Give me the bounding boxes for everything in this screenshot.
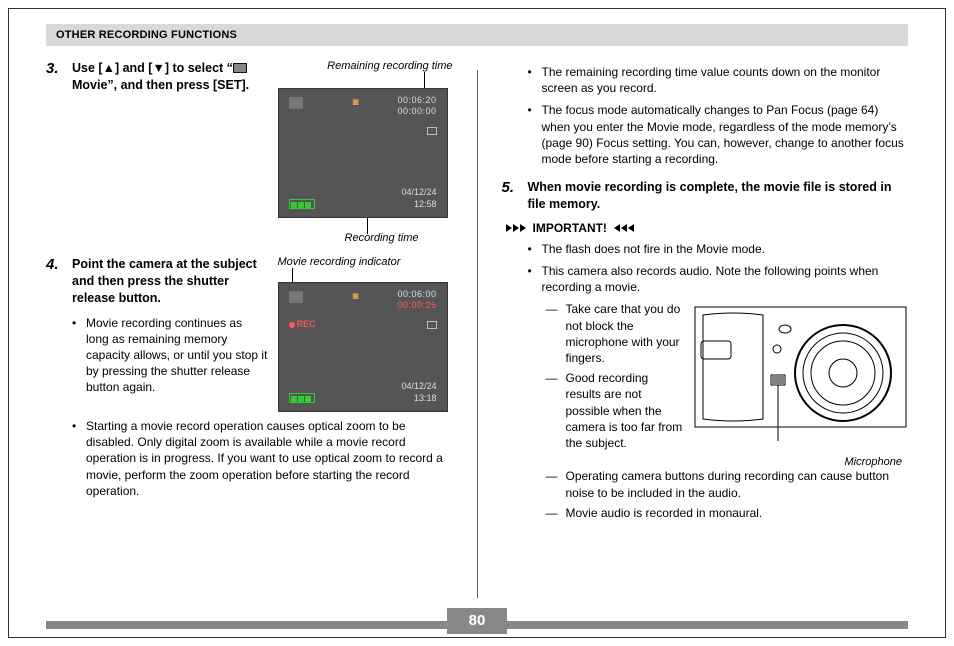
dash-text: Operating camera buttons during recordin… xyxy=(566,468,909,500)
step-3-row: 3. Use [ ] and [ ] to select “ Movie”, and… xyxy=(46,60,453,244)
dash-item: — Take care that you do not block the mi… xyxy=(546,301,686,366)
lcd-date: 04/12/24 xyxy=(401,381,436,391)
bullet-dot: • xyxy=(528,241,536,257)
play-icon xyxy=(289,97,303,109)
lcd-times: 00:06:20 00:00:00 xyxy=(397,95,436,117)
bullet-text: Starting a movie record operation causes… xyxy=(86,418,453,499)
important-label: IMPORTANT! xyxy=(533,221,607,235)
dash-icon: — xyxy=(546,468,560,500)
step-4: 4. Point the camera at the subject and t… xyxy=(46,256,268,307)
movie-mode-indicator-icon: ◙ xyxy=(353,291,359,302)
movie-mode-indicator-icon: ◙ xyxy=(353,97,359,108)
left-column: 3. Use [ ] and [ ] to select “ Movie”, and… xyxy=(46,60,453,598)
bullet: • The flash does not fire in the Movie m… xyxy=(528,241,909,257)
battery-icon xyxy=(289,199,317,209)
t: Use [ xyxy=(72,61,103,75)
lcd-date: 04/12/24 xyxy=(401,187,436,197)
step-number: 5. xyxy=(502,179,520,213)
callout-line xyxy=(278,72,453,88)
dash-text: Good recording results are not possible … xyxy=(566,370,686,451)
bullet-text: Movie recording continues as long as rem… xyxy=(86,315,268,396)
step-text: Use [ ] and [ ] to select “ Movie”, and th… xyxy=(72,60,268,94)
caption-movie-indicator: Movie recording indicator xyxy=(278,256,453,268)
elapsed-time: 00:00:00 xyxy=(397,106,436,117)
dash-icon: — xyxy=(546,370,560,451)
up-arrow-icon xyxy=(103,61,115,75)
step-number: 4. xyxy=(46,256,64,307)
step-5: 5. When movie recording is complete, the… xyxy=(502,179,909,213)
triangle-left-icon xyxy=(613,224,634,232)
page-footer: 80 xyxy=(46,620,908,630)
bullet: • The remaining recording time value cou… xyxy=(528,64,909,96)
bullet: • Movie recording continues as long as r… xyxy=(72,315,268,396)
battery-icon xyxy=(289,393,317,403)
quality-icon xyxy=(427,321,437,329)
play-icon xyxy=(289,291,303,303)
bullet-dot: • xyxy=(72,315,80,396)
page-number: 80 xyxy=(447,608,507,634)
step-text: When movie recording is complete, the mo… xyxy=(528,179,909,213)
dash-item: — Movie audio is recorded in monaural. xyxy=(546,505,909,521)
bullet: • This camera also records audio. Note t… xyxy=(528,263,909,295)
step-4-row: 4. Point the camera at the subject and t… xyxy=(46,256,453,412)
dash-text: Movie audio is recorded in monaural. xyxy=(566,505,763,521)
rec-label: REC xyxy=(297,319,316,329)
bullet: • Starting a movie record operation caus… xyxy=(72,418,453,499)
right-column: • The remaining recording time value cou… xyxy=(502,60,909,598)
column-divider xyxy=(477,70,478,598)
callout-line xyxy=(278,218,453,232)
bullet-text: The flash does not fire in the Movie mod… xyxy=(542,241,765,257)
section-title: OTHER RECORDING FUNCTIONS xyxy=(56,29,237,41)
lcd-times: 00:06:00 00:00:26 xyxy=(397,289,436,311)
step-number: 3. xyxy=(46,60,64,94)
important-heading: IMPORTANT! xyxy=(506,221,909,235)
bullet-text: The focus mode automatically changes to … xyxy=(542,102,909,167)
movie-mode-icon xyxy=(233,63,247,73)
section-header: OTHER RECORDING FUNCTIONS xyxy=(46,24,908,46)
t: Movie”, and then press [SET]. xyxy=(72,78,249,92)
bullet-text: This camera also records audio. Note the… xyxy=(542,263,909,295)
rec-indicator: REC xyxy=(289,319,316,329)
dash-item: — Good recording results are not possibl… xyxy=(546,370,686,451)
camera-illustration: Microphone xyxy=(693,301,908,468)
content-area: 3. Use [ ] and [ ] to select “ Movie”, and… xyxy=(46,60,908,598)
quality-icon xyxy=(427,127,437,135)
step-text: Point the camera at the subject and then… xyxy=(72,256,268,307)
t: ] and [ xyxy=(115,61,153,75)
callout-line xyxy=(278,268,453,282)
bullet-dot: • xyxy=(528,102,536,167)
down-arrow-icon xyxy=(152,61,164,75)
dash-icon: — xyxy=(546,505,560,521)
caption-microphone: Microphone xyxy=(693,456,908,468)
camera-illustration-block: — Take care that you do not block the mi… xyxy=(502,301,909,468)
footer-line xyxy=(46,621,447,629)
lcd-screenshot-1: ◙ 00:06:20 00:00:00 04/12/24 12:58 xyxy=(278,88,448,218)
bullet-text: The remaining recording time value count… xyxy=(542,64,909,96)
lcd-time: 12:58 xyxy=(414,199,437,209)
rec-dot-icon xyxy=(289,322,295,328)
caption-recording-time: Recording time xyxy=(278,232,453,244)
footer-line xyxy=(507,621,908,629)
dash-item: — Operating camera buttons during record… xyxy=(546,468,909,500)
triangle-right-icon xyxy=(506,224,527,232)
dash-text: Take care that you do not block the micr… xyxy=(566,301,686,366)
remaining-time: 00:06:00 xyxy=(397,289,436,300)
dash-icon: — xyxy=(546,301,560,366)
bullet-dot: • xyxy=(528,263,536,295)
lcd-screenshot-2: REC ◙ 00:06:00 00:00:26 04/12/24 13:18 xyxy=(278,282,448,412)
bullet-dot: • xyxy=(72,418,80,499)
remaining-time: 00:06:20 xyxy=(397,95,436,106)
caption-remaining: Remaining recording time xyxy=(278,60,453,72)
lcd-time: 13:18 xyxy=(414,393,437,403)
bullet: • The focus mode automatically changes t… xyxy=(528,102,909,167)
elapsed-time: 00:00:26 xyxy=(397,300,436,311)
t: ] to select “ xyxy=(165,61,233,75)
step-3: 3. Use [ ] and [ ] to select “ Movie”, and… xyxy=(46,60,268,94)
bullet-dot: • xyxy=(528,64,536,96)
